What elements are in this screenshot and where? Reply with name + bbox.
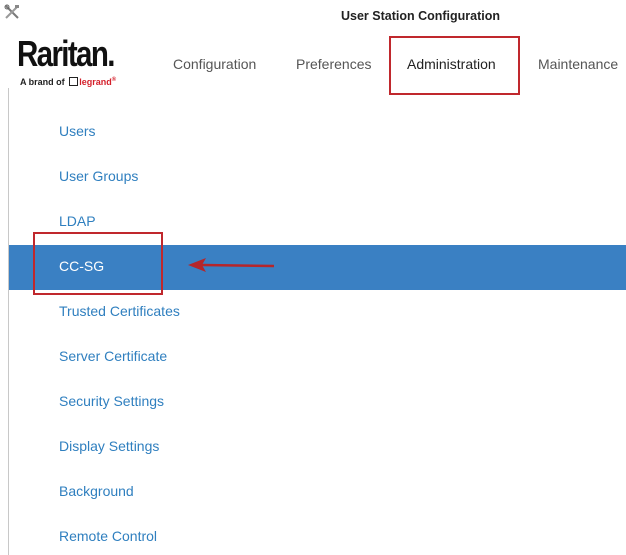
menu-item-label: LDAP — [59, 213, 96, 229]
menu-item-label: CC-SG — [59, 258, 105, 274]
menu-item-label: Server Certificate — [59, 348, 168, 364]
menu-item-security-settings[interactable]: Security Settings — [9, 380, 626, 425]
menu-item-user-groups[interactable]: User Groups — [9, 155, 626, 200]
menu-item-cc-sg[interactable]: CC-SG — [9, 245, 626, 290]
menu-item-remote-control[interactable]: Remote Control — [9, 515, 626, 555]
tab-administration[interactable]: Administration — [407, 56, 496, 72]
logo-tagline-brand: legrand — [79, 77, 112, 87]
page: User Station Configuration Raritan. A br… — [0, 0, 626, 555]
menu-item-ldap[interactable]: LDAP — [9, 200, 626, 245]
legrand-mark-icon — [69, 77, 79, 86]
menu-item-server-certificate[interactable]: Server Certificate — [9, 335, 626, 380]
logo-tagline: A brand of legrand® — [20, 77, 117, 87]
menu-item-label: User Groups — [59, 168, 139, 184]
tab-configuration[interactable]: Configuration — [173, 56, 256, 72]
logo-tagline-prefix: A brand of — [20, 77, 65, 87]
menu-item-label: Users — [59, 123, 96, 139]
menu-item-label: Background — [59, 483, 134, 499]
menu-item-label: Display Settings — [59, 438, 160, 454]
tab-preferences[interactable]: Preferences — [296, 56, 371, 72]
menu-item-display-settings[interactable]: Display Settings — [9, 425, 626, 470]
window-title: User Station Configuration — [341, 9, 501, 23]
administration-menu: Users User Groups LDAP CC-SG Trusted Cer… — [9, 110, 626, 555]
raritan-logo: Raritan. A brand of legrand® — [17, 34, 157, 92]
menu-item-users[interactable]: Users — [9, 110, 626, 155]
tab-maintenance[interactable]: Maintenance — [538, 56, 618, 72]
title-bar: User Station Configuration — [0, 0, 626, 34]
menu-item-label: Security Settings — [59, 393, 165, 409]
menu-item-label: Remote Control — [59, 528, 158, 544]
menu-item-trusted-certificates[interactable]: Trusted Certificates — [9, 290, 626, 335]
menu-item-label: Trusted Certificates — [59, 303, 180, 319]
logo-wordmark: Raritan. — [17, 33, 115, 74]
menu-item-background[interactable]: Background — [9, 470, 626, 515]
tools-icon — [4, 4, 20, 20]
header: Raritan. A brand of legrand® Configurati… — [0, 34, 626, 94]
